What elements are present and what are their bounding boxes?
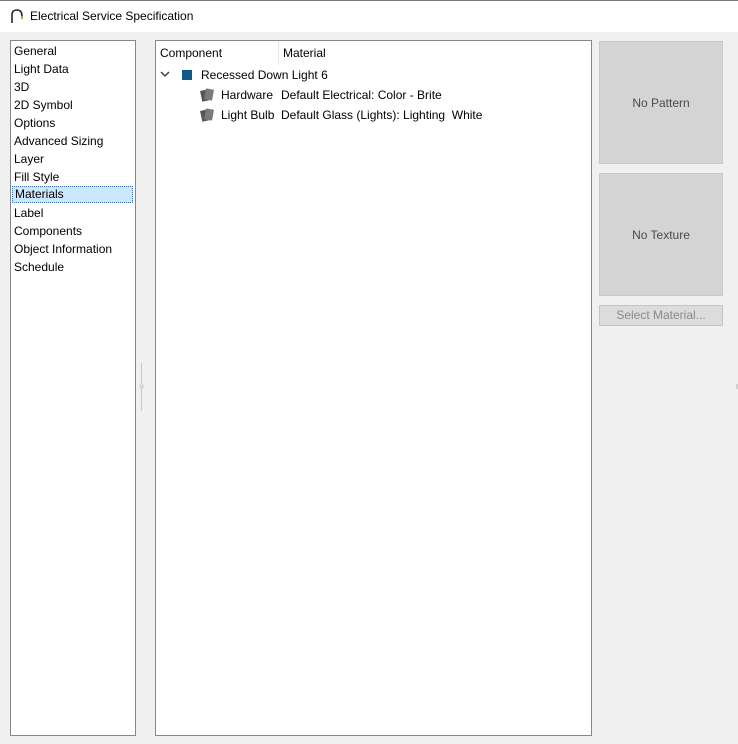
chevron-down-icon[interactable] xyxy=(160,69,170,79)
material-swatch-icon xyxy=(200,88,214,102)
sidebar-item-3d[interactable]: 3D xyxy=(12,79,133,96)
material-swatch-icon xyxy=(200,108,214,122)
sidebar-item-light-data[interactable]: Light Data xyxy=(12,61,133,78)
texture-preview-label: No Texture xyxy=(632,227,690,242)
app-arc-icon xyxy=(11,9,23,23)
sidebar-item-fill-style[interactable]: Fill Style xyxy=(12,169,133,186)
select-material-button[interactable]: Select Material... xyxy=(599,305,723,326)
sidebar-item-2d-symbol[interactable]: 2D Symbol xyxy=(12,97,133,114)
row-material-light-bulb[interactable]: Default Glass (Lights): Lighting White xyxy=(281,105,482,125)
sidebar-item-schedule[interactable]: Schedule xyxy=(12,259,133,276)
splitter-grip-dot xyxy=(139,384,144,389)
row-component-hardware[interactable]: Hardware xyxy=(221,85,273,105)
category-list[interactable]: General Light Data 3D 2D Symbol Options … xyxy=(10,40,136,736)
sidebar-item-object-information[interactable]: Object Information xyxy=(12,241,133,258)
sidebar-item-label[interactable]: Label xyxy=(12,205,133,222)
pattern-preview-label: No Pattern xyxy=(632,95,690,110)
sidebar-item-general[interactable]: General xyxy=(12,43,133,60)
material-table[interactable]: Component Material Recessed Down Light 6… xyxy=(155,40,592,736)
column-header-material[interactable]: Material xyxy=(279,41,579,65)
window-title: Electrical Service Specification xyxy=(30,9,194,23)
group-color-swatch xyxy=(182,70,192,80)
pattern-preview: No Pattern xyxy=(599,41,723,164)
texture-preview: No Texture xyxy=(599,173,723,296)
sidebar-item-layer[interactable]: Layer xyxy=(12,151,133,168)
sidebar-item-options[interactable]: Options xyxy=(12,115,133,132)
title-bar: Electrical Service Specification xyxy=(0,0,738,32)
sidebar-item-advanced-sizing[interactable]: Advanced Sizing xyxy=(12,133,133,150)
sidebar-item-materials[interactable]: Materials xyxy=(12,186,133,203)
group-row-label[interactable]: Recessed Down Light 6 xyxy=(201,65,328,85)
column-header-component[interactable]: Component xyxy=(156,41,278,65)
row-component-light-bulb[interactable]: Light Bulb xyxy=(221,105,274,125)
row-material-hardware[interactable]: Default Electrical: Color - Brite xyxy=(281,85,442,105)
sidebar-item-components[interactable]: Components xyxy=(12,223,133,240)
